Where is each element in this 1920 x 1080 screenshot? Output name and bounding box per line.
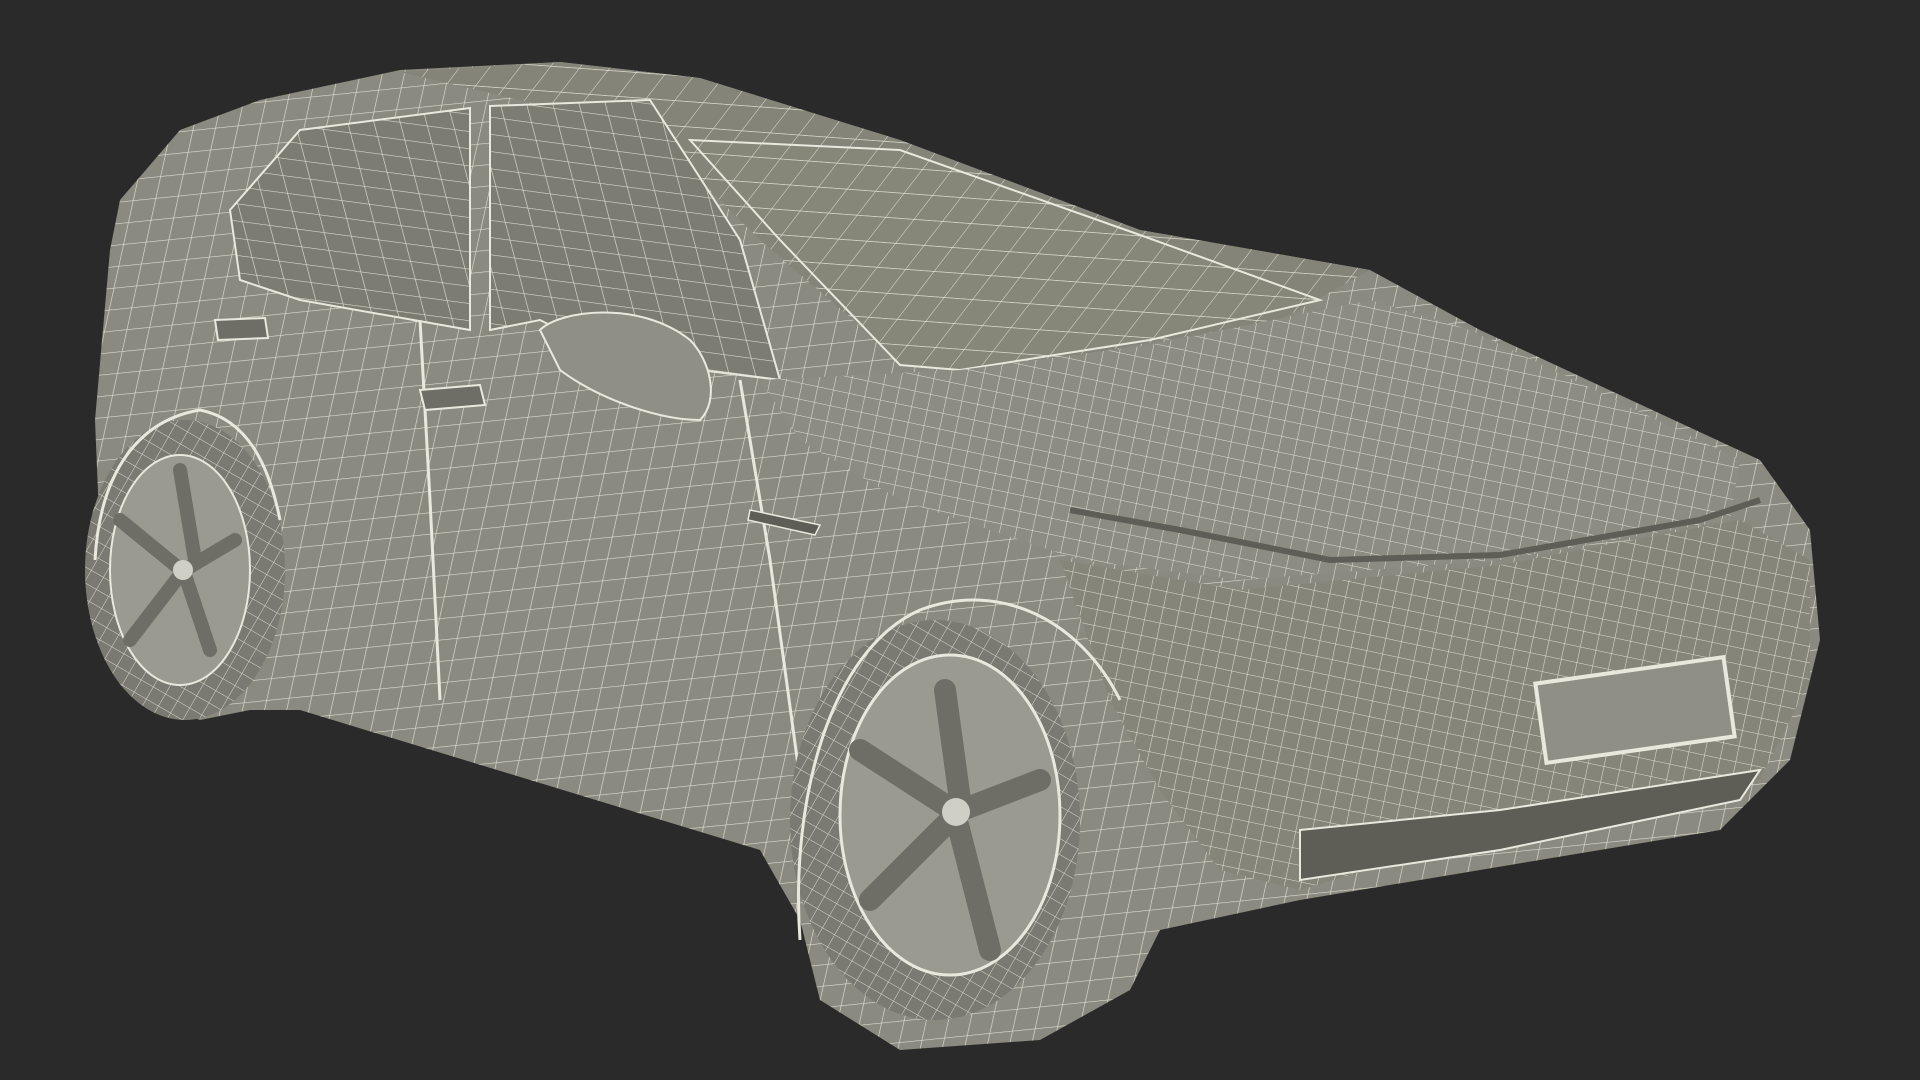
door-handle-front [418,383,487,412]
rear-hub [173,560,193,580]
door-handle-rear [213,316,270,342]
rear-wheel [85,420,285,720]
front-hub [942,798,970,826]
render-viewport [0,0,1920,1080]
wireframe-car-render [85,62,1820,1050]
front-wheel [790,620,1080,1020]
